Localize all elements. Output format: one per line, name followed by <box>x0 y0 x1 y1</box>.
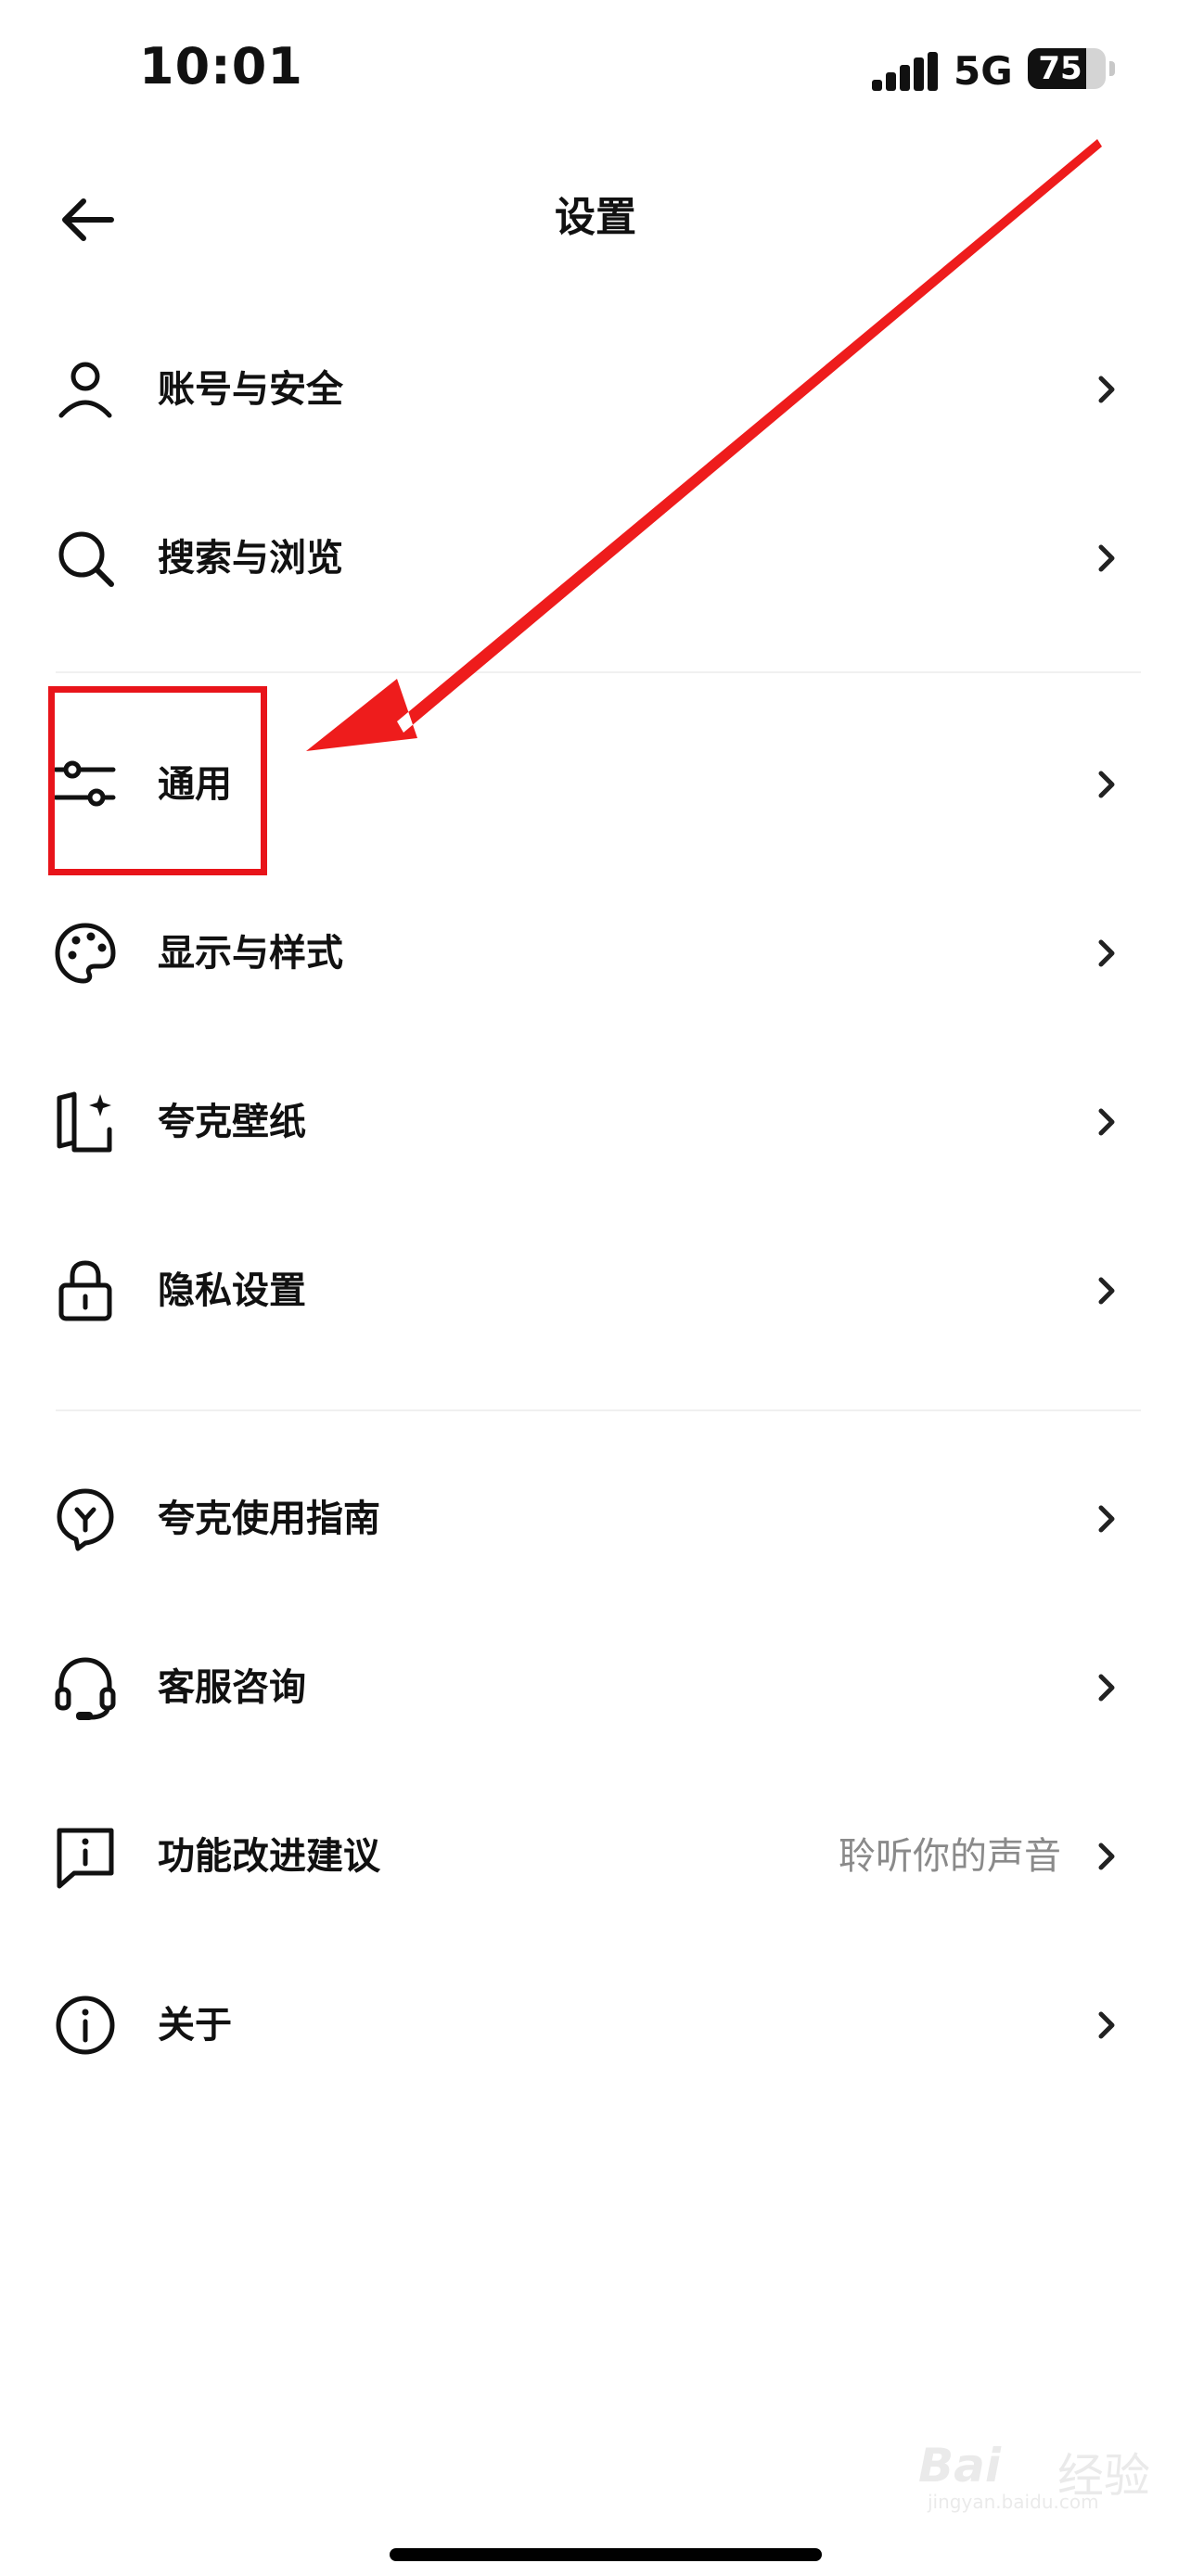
settings-item-label: 隐私设置 <box>158 1269 306 1312</box>
chevron-right-icon <box>1098 1674 1115 1702</box>
settings-item-wallpaper[interactable]: 夸克壁纸 <box>0 1039 1191 1205</box>
chevron-right-icon <box>1098 1277 1115 1305</box>
baidu-watermark: Bai 经验 jingyan.baidu.com <box>918 2429 1159 2513</box>
section-divider <box>56 1409 1141 1411</box>
settings-item-label: 账号与安全 <box>158 368 343 411</box>
page-title: 设置 <box>555 194 636 241</box>
feedback-icon <box>57 1828 114 1889</box>
settings-item-customer-service[interactable]: 客服咨询 <box>0 1604 1191 1771</box>
settings-item-user-guide[interactable]: 夸克使用指南 <box>0 1435 1191 1602</box>
chevron-right-icon <box>1098 1108 1115 1136</box>
settings-item-label: 夸克壁纸 <box>158 1101 306 1143</box>
chevron-right-icon <box>1098 544 1115 572</box>
chevron-right-icon <box>1098 1505 1115 1533</box>
back-button[interactable] <box>56 187 121 252</box>
settings-item-display-style[interactable]: 显示与样式 <box>0 870 1191 1037</box>
settings-item-search-browse[interactable]: 搜索与浏览 <box>0 475 1191 642</box>
settings-item-privacy[interactable]: 隐私设置 <box>0 1207 1191 1374</box>
search-icon <box>58 531 114 587</box>
palette-icon <box>55 923 116 984</box>
settings-item-label: 功能改进建议 <box>158 1835 380 1878</box>
headset-icon <box>55 1657 116 1720</box>
settings-item-label: 显示与样式 <box>158 932 343 975</box>
section-divider <box>56 671 1141 673</box>
chevron-right-icon <box>1098 1843 1115 1870</box>
guide-bulb-icon <box>57 1488 114 1551</box>
settings-item-hint: 聆听你的声音 <box>839 1835 1061 1878</box>
settings-item-account-security[interactable]: 账号与安全 <box>0 306 1191 473</box>
wallpaper-sparkle-icon <box>57 1091 112 1153</box>
settings-item-label: 搜索与浏览 <box>158 537 343 580</box>
battery-percentage: 75 <box>1038 50 1082 87</box>
settings-item-label: 客服咨询 <box>158 1666 306 1709</box>
chevron-right-icon <box>1098 2011 1115 2039</box>
settings-item-label: 夸克使用指南 <box>158 1498 380 1540</box>
signal-strength-icon <box>872 52 939 91</box>
chevron-right-icon <box>1098 376 1115 403</box>
chevron-right-icon <box>1098 771 1115 798</box>
watermark-url: jingyan.baidu.com <box>928 2491 1099 2513</box>
lock-icon <box>58 1260 112 1321</box>
settings-item-feedback[interactable]: 功能改进建议 聆听你的声音 <box>0 1773 1191 1940</box>
watermark-brand: Bai <box>918 2439 1001 2493</box>
nav-header: 设置 <box>0 158 1191 278</box>
status-time: 10:01 <box>139 37 303 96</box>
settings-item-label: 关于 <box>158 2004 232 2047</box>
network-type: 5G <box>954 48 1013 94</box>
highlight-box <box>48 686 267 875</box>
home-indicator[interactable] <box>390 2548 822 2561</box>
battery-icon: 75 <box>1028 48 1106 89</box>
user-icon <box>58 362 112 418</box>
arrow-left-icon <box>62 198 114 241</box>
chevron-right-icon <box>1098 939 1115 967</box>
battery-cap <box>1109 61 1115 76</box>
info-icon <box>56 1996 115 2055</box>
status-bar: 10:01 5G 75 <box>0 0 1191 139</box>
settings-item-about[interactable]: 关于 <box>0 1942 1191 2109</box>
